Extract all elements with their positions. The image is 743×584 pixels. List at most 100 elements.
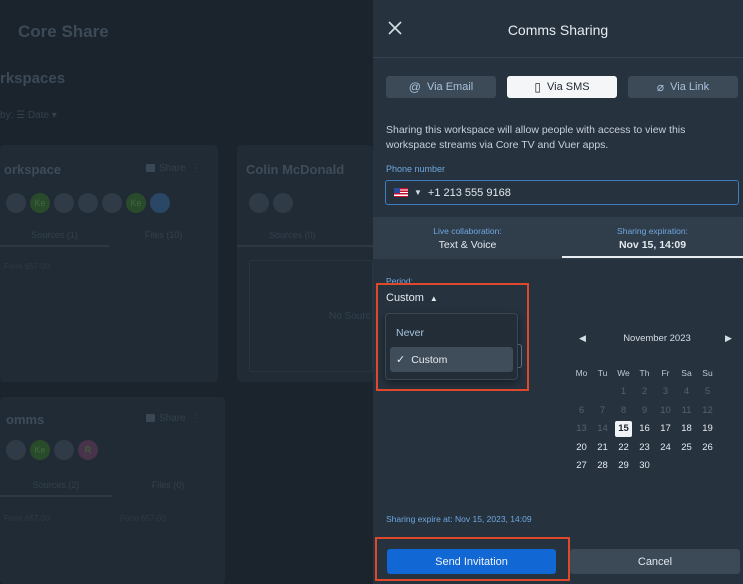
calendar-day[interactable]: 11 (676, 405, 697, 416)
empty-sources-text: No Sourc (329, 311, 371, 322)
weekday-label: Th (639, 368, 650, 379)
live-collaboration-tab[interactable]: Live collaboration: Text & Voice (373, 226, 562, 251)
calendar-week-row: 27 28 29 30 (571, 457, 743, 476)
calendar-day[interactable]: 18 (676, 423, 697, 434)
calendar-day[interactable]: 16 (634, 423, 655, 434)
calendar-day[interactable]: 22 (613, 442, 634, 453)
avatar-group: Ke R (6, 440, 98, 460)
avatar (273, 193, 293, 213)
phone-number-field[interactable]: ▼ +1 213 555 9168 (385, 180, 739, 205)
avatar (78, 193, 98, 213)
calendar-day[interactable]: 27 (571, 460, 592, 471)
calendar-day[interactable]: 9 (634, 405, 655, 416)
sort-value: Date (27, 110, 49, 121)
tab-files[interactable]: Files (0) (112, 480, 224, 490)
sharing-expiration-value: Nov 15, 14:09 (618, 239, 687, 251)
cancel-button[interactable]: Cancel (570, 549, 740, 574)
avatar (54, 440, 74, 460)
share-button[interactable]: Share ⋮ (146, 413, 201, 424)
avatar (150, 193, 170, 213)
chevron-down-icon[interactable]: ▼ (414, 188, 422, 197)
calendar-day[interactable]: 6 (571, 405, 592, 416)
calendar-day[interactable]: 13 (571, 423, 592, 434)
calendar-day[interactable]: 21 (592, 442, 613, 453)
tab-sources[interactable]: Sources (2) (0, 480, 112, 490)
phone-number-value[interactable]: +1 213 555 9168 (428, 187, 511, 199)
tab-via-sms[interactable]: ▯ Via SMS (507, 76, 617, 98)
weekday-label: Mo (575, 368, 588, 379)
workspace-card[interactable]: orkspace Share ⋮ Ke Ke Sources (1) Files… (0, 145, 218, 382)
sharing-expiration-tab[interactable]: Sharing expiration: Nov 15, 14:09 (562, 226, 743, 251)
sharing-settings-bar: Live collaboration: Text & Voice Sharing… (373, 217, 743, 259)
tab-files[interactable]: Files (10) (109, 230, 218, 240)
sharing-description: Sharing this workspace will allow people… (386, 124, 686, 151)
calendar-day[interactable]: 8 (613, 405, 634, 416)
tab-indicator (0, 245, 109, 247)
calendar-day[interactable]: 19 (697, 423, 718, 434)
calendar-day[interactable]: 23 (634, 442, 655, 453)
calendar-day-selected[interactable]: 15 (615, 420, 632, 437)
comms-sharing-panel: Comms Sharing @ Via Email ▯ Via SMS ⌀ Vi… (373, 0, 743, 584)
calendar-day[interactable]: 25 (676, 442, 697, 453)
tab-sources[interactable]: Sources (0) (237, 230, 373, 240)
us-flag-icon[interactable] (394, 188, 408, 197)
source-item[interactable]: Form 657-00 (4, 262, 50, 271)
card-tabs: Sources (0) (237, 230, 373, 240)
calendar-day[interactable]: 17 (655, 423, 676, 434)
avatar-group: Ke Ke (6, 193, 170, 213)
sort-control[interactable]: by: ☰ Date ▾ (0, 110, 57, 121)
link-icon: ⌀ (656, 80, 665, 94)
phone-number-label: Phone number (386, 164, 446, 174)
active-tab-indicator (562, 256, 743, 258)
source-item[interactable]: Form 657-00 (4, 514, 50, 523)
calendar-day[interactable]: 7 (592, 405, 613, 416)
calendar-day[interactable]: 20 (571, 442, 592, 453)
source-item[interactable]: Form 657-00 (120, 514, 166, 523)
calendar-day[interactable]: 28 (592, 460, 613, 471)
sharing-expiration-label: Sharing expiration: (617, 226, 688, 236)
weekday-label: Tu (597, 368, 608, 379)
weekday-header-row: Mo Tu We Th Fr Sa Su (571, 364, 743, 383)
calendar-week-row: 20 21 22 23 24 25 26 (571, 438, 743, 457)
tab-via-email[interactable]: @ Via Email (386, 76, 496, 98)
panel-header: Comms Sharing (373, 0, 743, 58)
calendar-day[interactable]: 30 (634, 460, 655, 471)
calendar-day[interactable]: 5 (697, 386, 718, 397)
app-title: Core Share (18, 22, 109, 41)
calendar-day[interactable]: 4 (676, 386, 697, 397)
calendar-grid: Mo Tu We Th Fr Sa Su 1 2 3 4 5 6 7 8 9 10 11 12 13 14 15 16 17 1… (571, 364, 743, 475)
workspace-card[interactable]: omms Share ⋮ Ke R Sources (2) Files (0) … (0, 397, 225, 584)
calendar-day[interactable]: 1 (613, 386, 634, 397)
highlight-box-period (376, 283, 529, 391)
calendar-day[interactable]: 26 (697, 442, 718, 453)
avatar (102, 193, 122, 213)
next-month-icon[interactable]: ▶ (725, 333, 732, 344)
send-invitation-button[interactable]: Send Invitation (387, 549, 556, 574)
avatar: R (78, 440, 98, 460)
calendar-day[interactable]: 24 (655, 442, 676, 453)
calendar-day[interactable]: 10 (655, 405, 676, 416)
calendar-day[interactable]: 3 (655, 386, 676, 397)
chevron-down-icon: ▾ (51, 110, 57, 121)
calendar-day[interactable]: 29 (613, 460, 634, 471)
calendar-day[interactable]: 14 (592, 423, 613, 434)
tab-sources[interactable]: Sources (1) (0, 230, 109, 240)
card-tabs: Sources (1) Files (10) (0, 230, 218, 240)
calendar-week-row: 12345 (571, 383, 743, 402)
live-collaboration-value: Text & Voice (438, 239, 497, 251)
card-title: omms (6, 412, 45, 427)
calendar-day[interactable]: 12 (697, 405, 718, 416)
calendar-day[interactable]: 2 (634, 386, 655, 397)
workspace-card[interactable]: Colin McDonald Sources (0) No Sourc (237, 145, 373, 382)
live-collaboration-label: Live collaboration: (433, 226, 502, 236)
avatar (249, 193, 269, 213)
tab-via-link[interactable]: ⌀ Via Link (628, 76, 738, 98)
sort-label: by: (0, 110, 14, 121)
avatar: Ke (30, 440, 50, 460)
share-button[interactable]: Share ⋮ (146, 163, 201, 174)
weekday-label: Fr (661, 368, 670, 379)
calendar-month: November 2023 (623, 333, 691, 344)
avatar (54, 193, 74, 213)
card-title: Colin McDonald (246, 162, 345, 177)
at-icon: @ (408, 80, 421, 94)
